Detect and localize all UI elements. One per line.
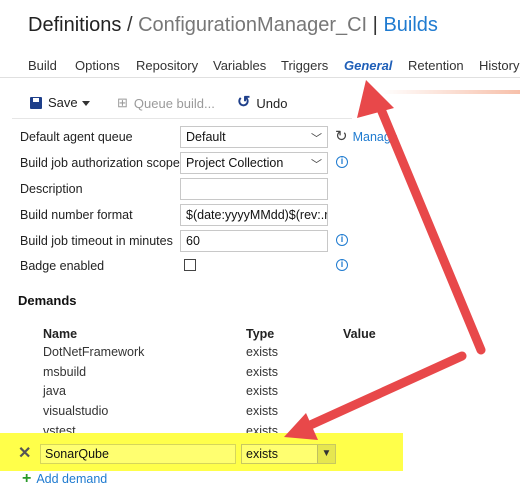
save-icon [30,96,42,109]
add-demand-link[interactable]: + Add demand [22,471,107,487]
info-icon[interactable]: i [336,259,348,271]
timeout-input[interactable]: 60 [180,230,328,252]
breadcrumb-separator: / [126,14,133,36]
queue-build-button[interactable]: ⊞ Queue build... [117,95,215,111]
tab-variables[interactable]: Variables [213,58,266,73]
save-button[interactable]: Save [30,95,90,110]
demand-type: exists [246,404,278,418]
agent-queue-select[interactable]: Default ﹀ [180,126,328,148]
breadcrumb-builds[interactable]: Builds [383,14,437,36]
save-label: Save [48,95,78,110]
breadcrumb-pipe: | [372,14,378,36]
demand-name: java [43,384,66,398]
tab-retention[interactable]: Retention [408,58,464,73]
auth-scope-select[interactable]: Project Collection ﹀ [180,152,328,174]
manage-link[interactable]: ↻ Manage [335,129,398,144]
info-icon[interactable]: i [336,234,348,246]
toolbar-divider [12,118,352,119]
add-icon: + [22,470,32,487]
timeout-label: Build job timeout in minutes [20,234,173,248]
build-number-label: Build number format [20,208,133,222]
demands-title: Demands [18,293,77,308]
chevron-down-icon: ﹀ [311,133,322,145]
badge-row: Badge enabled i [20,255,520,277]
demand-type: exists [246,365,278,379]
demand-name: msbuild [43,365,87,379]
demands-header-type: Type [246,327,275,341]
chevron-down-icon: ﹀ [311,159,322,171]
tab-repository[interactable]: Repository [136,58,198,73]
breadcrumb-definitions[interactable]: Definitions [28,14,121,36]
description-label: Description [20,182,83,196]
build-number-row: Build number format $(date:yyyyMMdd)$(re… [20,204,520,226]
demands-header-value: Value [343,327,376,341]
new-demand-type-select[interactable]: exists ▼ [241,444,336,464]
demand-name: DotNetFramework [43,345,145,359]
tab-history[interactable]: History [479,58,519,73]
info-icon[interactable]: i [336,156,348,168]
add-demand-label: Add demand [36,472,108,486]
tab-build[interactable]: Build [28,58,57,73]
breadcrumb-definition-name: ConfigurationManager_CI [138,14,368,36]
breadcrumb: Definitions / ConfigurationManager_CI | … [28,14,438,37]
demand-row: visualstudio exists [0,402,520,422]
definition-tabs: Build Options Repository Variables Trigg… [0,50,520,94]
toolbar: Save ⊞ Queue build... ↺ Undo [0,88,520,118]
badge-label: Badge enabled [20,259,105,273]
agent-queue-row: Default agent queue Default ﹀ ↻ Manage [20,126,520,148]
build-number-input[interactable]: $(date:yyyyMMdd)$(rev:.r) [180,204,328,226]
agent-queue-label: Default agent queue [20,130,133,144]
undo-label: Undo [256,95,288,111]
tab-general[interactable]: General [344,58,392,73]
demand-type: exists [246,345,278,359]
chevron-down-icon[interactable]: ▼ [317,445,335,463]
chevron-down-icon [81,100,90,106]
auth-scope-label: Build job authorization scope [20,156,180,170]
queue-build-label: Queue build... [133,95,215,111]
undo-icon: ↺ [237,94,251,111]
page-header: Definitions / ConfigurationManager_CI | … [0,0,520,46]
timeout-row: Build job timeout in minutes 60 i [20,230,520,252]
badge-checkbox[interactable] [184,259,196,271]
manage-label: Manage [352,129,398,144]
demands-header-name: Name [43,327,78,341]
demand-type: exists [246,384,278,398]
description-row: Description [20,178,520,200]
auth-scope-value: Project Collection [186,156,284,170]
refresh-icon[interactable]: ↻ [335,129,348,144]
auth-scope-row: Build job authorization scope Project Co… [20,152,520,174]
new-demand-name-input[interactable]: SonarQube [40,444,236,464]
demand-row: java exists [0,382,520,402]
description-input[interactable] [180,178,328,200]
demand-name: visualstudio [43,404,109,418]
tab-options[interactable]: Options [75,58,120,73]
new-demand-type-value: exists [246,447,278,461]
agent-queue-value: Default [186,130,226,144]
queue-build-icon: ⊞ [117,95,128,110]
undo-button[interactable]: ↺ Undo [237,95,287,111]
remove-icon[interactable]: ✕ [18,446,31,462]
demand-row: DotNetFramework exists [0,343,520,363]
demand-row: msbuild exists [0,363,520,383]
tab-triggers[interactable]: Triggers [281,58,328,73]
